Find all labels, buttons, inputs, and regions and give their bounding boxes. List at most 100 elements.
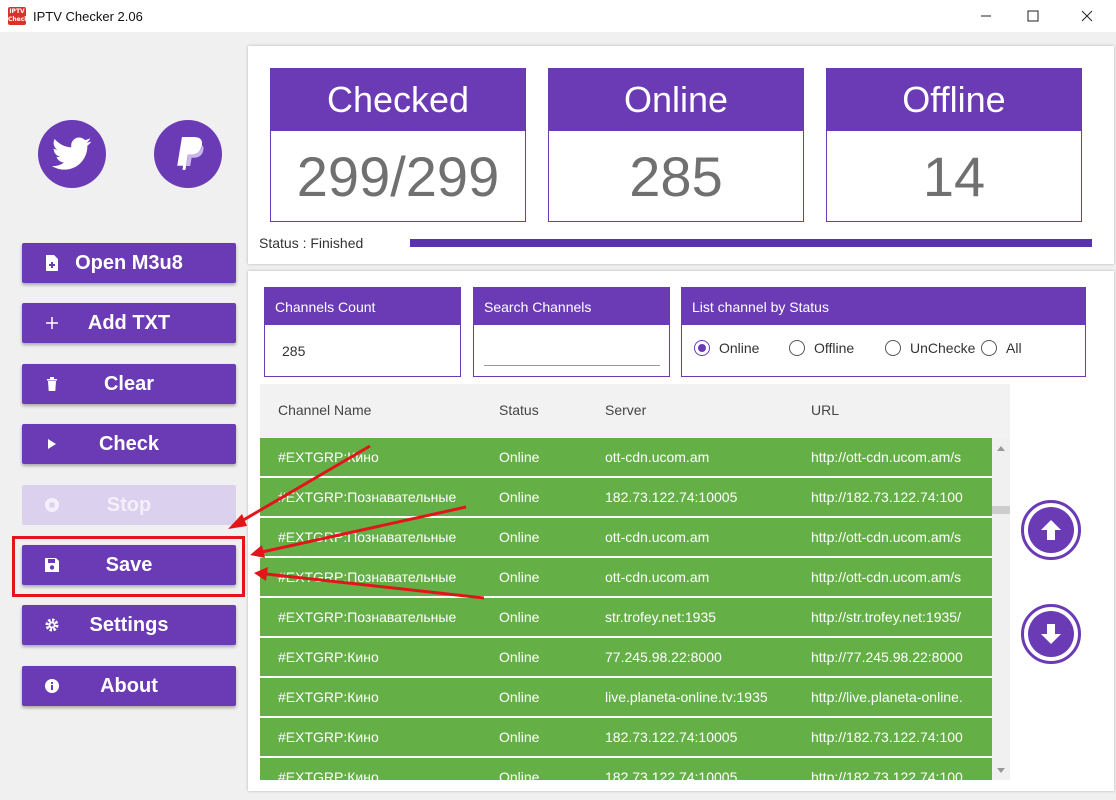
channel-name-cell: #EXTGRP:Кино xyxy=(278,449,379,465)
table-row[interactable]: #EXTGRP:Кино Online 182.73.122.74:10005 htt… xyxy=(260,758,992,780)
play-icon xyxy=(44,436,60,452)
gear-icon xyxy=(44,617,60,633)
file-add-icon xyxy=(44,255,60,271)
window-title: IPTV Checker 2.06 xyxy=(33,8,143,24)
scroll-up-arrow[interactable] xyxy=(992,440,1010,456)
status-cell: Online xyxy=(499,569,540,585)
online-label: Online xyxy=(549,69,803,131)
app-logo: IPTV Checker xyxy=(8,7,36,25)
offline-card: Offline 14 xyxy=(826,68,1082,222)
table-row[interactable]: #EXTGRP:Кино Online ott-cdn.ucom.am http://… xyxy=(260,438,992,477)
paypal-icon xyxy=(177,137,204,170)
offline-label: Offline xyxy=(827,69,1081,131)
close-icon xyxy=(1081,10,1093,22)
status-text: Status : Finished xyxy=(259,235,364,251)
channels-table: #EXTGRP:Кино Online ott-cdn.ucom.am http://… xyxy=(260,438,992,780)
title-bar: IPTV Checker IPTV Checker 2.06 xyxy=(0,0,1116,32)
add-txt-button[interactable]: Add TXT xyxy=(22,303,236,343)
column-server[interactable]: Server xyxy=(605,402,646,418)
chevron-down-icon xyxy=(997,767,1005,773)
status-filter-box: List channel by Status Online Offline Un… xyxy=(681,287,1086,377)
status-cell: Online xyxy=(499,489,540,505)
channel-name-cell: #EXTGRP:Познавательные xyxy=(278,529,457,545)
channel-name-cell: #EXTGRP:Кино xyxy=(278,769,379,780)
status-cell: Online xyxy=(499,609,540,625)
server-cell: 182.73.122.74:10005 xyxy=(605,729,738,745)
arrow-down-icon xyxy=(1041,624,1061,644)
status-cell: Online xyxy=(499,689,540,705)
url-cell: http://ott-cdn.ucom.am/s xyxy=(811,569,962,585)
url-cell: http://182.73.122.74:100 xyxy=(811,769,963,780)
move-down-button[interactable] xyxy=(1021,604,1081,664)
open-m3u8-button[interactable]: Open M3u8 xyxy=(22,243,236,283)
twitter-icon xyxy=(52,137,92,170)
checked-value: 299/299 xyxy=(296,144,500,208)
checked-label: Checked xyxy=(271,69,525,131)
radio-unchecked[interactable]: UnChecke xyxy=(885,340,975,356)
table-row[interactable]: #EXTGRP:Познавательные Online 182.73.122.7… xyxy=(260,478,992,517)
table-header: Channel Name Status Server URL xyxy=(260,384,1010,438)
url-cell: http://str.trofey.net:1935/ xyxy=(811,609,961,625)
column-url[interactable]: URL xyxy=(811,402,839,418)
table-row[interactable]: #EXTGRP:Кино Online 77.245.98.22:8000 http:… xyxy=(260,638,992,677)
radio-all-label: All xyxy=(1006,340,1022,356)
scroll-thumb[interactable] xyxy=(992,506,1010,514)
server-cell: 182.73.122.74:10005 xyxy=(605,769,738,780)
search-input[interactable] xyxy=(484,334,660,362)
maximize-button[interactable] xyxy=(1010,0,1056,32)
server-cell: str.trofey.net:1935 xyxy=(605,609,717,625)
twitter-button[interactable] xyxy=(38,120,106,188)
column-status[interactable]: Status xyxy=(499,402,539,418)
status-cell: Online xyxy=(499,449,540,465)
move-up-button[interactable] xyxy=(1021,500,1081,560)
table-row[interactable]: #EXTGRP:Познавательные Online ott-cdn.ucom… xyxy=(260,518,992,557)
clear-button[interactable]: Clear xyxy=(22,364,236,404)
status-filter-label: List channel by Status xyxy=(682,288,1085,325)
url-cell: http://live.planeta-online. xyxy=(811,689,963,705)
table-scrollbar[interactable] xyxy=(992,438,1010,780)
radio-all-circle xyxy=(981,340,997,356)
scroll-down-arrow[interactable] xyxy=(992,762,1010,778)
minimize-button[interactable] xyxy=(963,0,1009,32)
paypal-button[interactable] xyxy=(154,120,222,188)
radio-online-label: Online xyxy=(719,340,760,356)
radio-online[interactable]: Online xyxy=(694,340,759,356)
progress-fill xyxy=(410,239,1092,247)
table-row[interactable]: #EXTGRP:Кино Online live.planeta-online.tv… xyxy=(260,678,992,717)
info-icon xyxy=(44,678,60,694)
table-row[interactable]: #EXTGRP:Кино Online 182.73.122.74:10005 htt… xyxy=(260,718,992,757)
url-cell: http://ott-cdn.ucom.am/s xyxy=(811,529,962,545)
radio-all[interactable]: All xyxy=(981,340,1022,356)
settings-button[interactable]: Settings xyxy=(22,605,236,645)
server-cell: ott-cdn.ucom.am xyxy=(605,529,710,545)
search-channels-box: Search Channels xyxy=(473,287,670,377)
maximize-icon xyxy=(1027,10,1039,22)
url-cell: http://182.73.122.74:100 xyxy=(811,489,963,505)
radio-unchecked-circle xyxy=(885,340,901,356)
server-cell: 182.73.122.74:10005 xyxy=(605,489,738,505)
server-cell: live.planeta-online.tv:1935 xyxy=(605,689,768,705)
checked-card: Checked 299/299 xyxy=(270,68,526,222)
plus-icon xyxy=(44,315,60,331)
table-row[interactable]: #EXTGRP:Познавательные Online str.trofey.n… xyxy=(260,598,992,637)
channel-name-cell: #EXTGRP:Кино xyxy=(278,729,379,745)
column-channel-name[interactable]: Channel Name xyxy=(278,402,371,418)
server-cell: ott-cdn.ucom.am xyxy=(605,569,710,585)
status-cell: Online xyxy=(499,769,540,780)
close-button[interactable] xyxy=(1064,0,1110,32)
status-cell: Online xyxy=(499,529,540,545)
table-row[interactable]: #EXTGRP:Познавательные Online ott-cdn.ucom… xyxy=(260,558,992,597)
check-button[interactable]: Check xyxy=(22,424,236,464)
about-button[interactable]: About xyxy=(22,666,236,706)
server-cell: ott-cdn.ucom.am xyxy=(605,449,710,465)
trash-icon xyxy=(44,376,60,392)
radio-offline[interactable]: Offline xyxy=(789,340,854,356)
stop-button[interactable]: Stop xyxy=(22,485,236,525)
radio-offline-label: Offline xyxy=(814,340,855,356)
offline-value: 14 xyxy=(922,144,986,208)
channels-count-value: 285 xyxy=(282,342,306,359)
server-cell: 77.245.98.22:8000 xyxy=(605,649,722,665)
minimize-icon xyxy=(981,15,991,17)
channel-name-cell: #EXTGRP:Познавательные xyxy=(278,489,457,505)
radio-offline-circle xyxy=(789,340,805,356)
